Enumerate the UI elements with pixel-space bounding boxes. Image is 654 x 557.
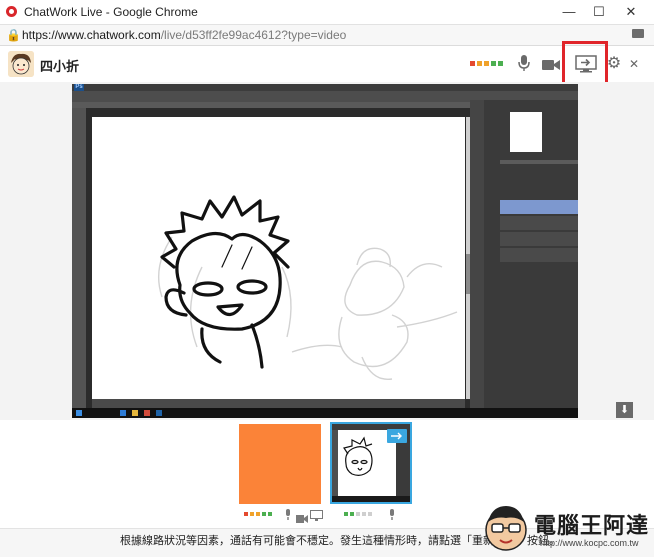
- layer-row-selected[interactable]: [500, 200, 578, 214]
- cartoon-sketch-image: [157, 195, 458, 381]
- layer-row[interactable]: [500, 216, 578, 230]
- video-camera-icon[interactable]: [542, 54, 560, 74]
- tile2-signal-bar: [356, 512, 360, 516]
- close-call-icon[interactable]: ✕: [627, 54, 641, 74]
- avatar: [8, 51, 34, 77]
- ps-layers-panel: [470, 100, 578, 408]
- layer-row[interactable]: [500, 248, 578, 262]
- tile-microphone-icon[interactable]: [284, 508, 292, 526]
- tile1-signal-bar: [268, 512, 272, 516]
- microphone-icon[interactable]: [516, 54, 532, 74]
- tile-video-camera-icon[interactable]: [296, 510, 308, 528]
- navigator-slider[interactable]: [500, 160, 578, 164]
- tile1-signal-bar: [250, 512, 254, 516]
- call-header: 四小折 ⚙ ✕: [0, 46, 654, 83]
- shared-screen-thumbnail: [332, 424, 410, 502]
- screen-share-highlight: [562, 41, 608, 86]
- watermark-title: 電腦王阿達: [534, 514, 650, 539]
- lock-icon: 🔒: [6, 28, 21, 42]
- url-host: https://www.chatwork.com: [22, 28, 161, 42]
- watermark-url: http://www.kocpc.com.tw: [540, 538, 639, 548]
- taskbar-app-icon[interactable]: [144, 410, 150, 416]
- tile2-microphone-icon[interactable]: [388, 508, 396, 526]
- tile-screen-share-icon[interactable]: [310, 508, 323, 526]
- tile1-signal-bar: [256, 512, 260, 516]
- chatwork-logo-icon: [6, 6, 17, 17]
- tile2-signal-bar: [344, 512, 348, 516]
- signal-bar: [484, 61, 489, 66]
- participant-tile-self[interactable]: [239, 424, 321, 504]
- scroll-down-arrow-icon[interactable]: ⬇: [616, 402, 633, 418]
- windows-taskbar: [72, 408, 578, 418]
- signal-bar: [477, 61, 482, 66]
- ps-menubar: [72, 84, 578, 91]
- window-title: ChatWork Live - Google Chrome: [24, 5, 198, 19]
- ps-tools-panel: [72, 108, 86, 408]
- taskbar-app-icon[interactable]: [156, 410, 162, 416]
- gear-icon[interactable]: ⚙: [606, 54, 622, 74]
- camera-indicator-icon[interactable]: [632, 29, 644, 38]
- username: 四小折: [40, 59, 80, 74]
- ps-status-bar: [92, 399, 465, 408]
- drawing-canvas: [92, 117, 465, 399]
- signal-bar: [498, 61, 503, 66]
- photoshop-logo-icon: Ps: [74, 84, 84, 91]
- taskbar-app-icon[interactable]: [120, 410, 126, 416]
- avatar-image: [8, 51, 34, 77]
- url-path: /live/d53ff2fe99ac4612?type=video: [160, 28, 347, 42]
- window-titlebar: ChatWork Live - Google Chrome — ☐ ✕: [0, 0, 654, 25]
- watermark-mascot-logo: [482, 500, 530, 552]
- navigator-thumbnail: [510, 112, 542, 152]
- ps-panel-dock: [470, 100, 484, 408]
- tile2-signal-bar: [368, 512, 372, 516]
- tile2-signal-bar: [362, 512, 366, 516]
- maximize-button[interactable]: ☐: [586, 3, 612, 21]
- tile2-signal-bar: [350, 512, 354, 516]
- layer-row[interactable]: [500, 232, 578, 246]
- tile1-signal-bar: [244, 512, 248, 516]
- windows-start-icon[interactable]: [76, 410, 82, 416]
- shared-screen: Ps: [72, 84, 578, 418]
- close-window-button[interactable]: ✕: [618, 3, 644, 21]
- url-text[interactable]: https://www.chatwork.com/live/d53ff2fe99…: [22, 28, 346, 42]
- minimize-button[interactable]: —: [556, 3, 582, 21]
- address-bar[interactable]: 🔒 https://www.chatwork.com/live/d53ff2fe…: [0, 25, 654, 46]
- participant-tile-shared[interactable]: [330, 422, 412, 504]
- tile1-signal-bar: [262, 512, 266, 516]
- taskbar-app-icon[interactable]: [132, 410, 138, 416]
- signal-bar: [491, 61, 496, 66]
- signal-bar: [470, 61, 475, 66]
